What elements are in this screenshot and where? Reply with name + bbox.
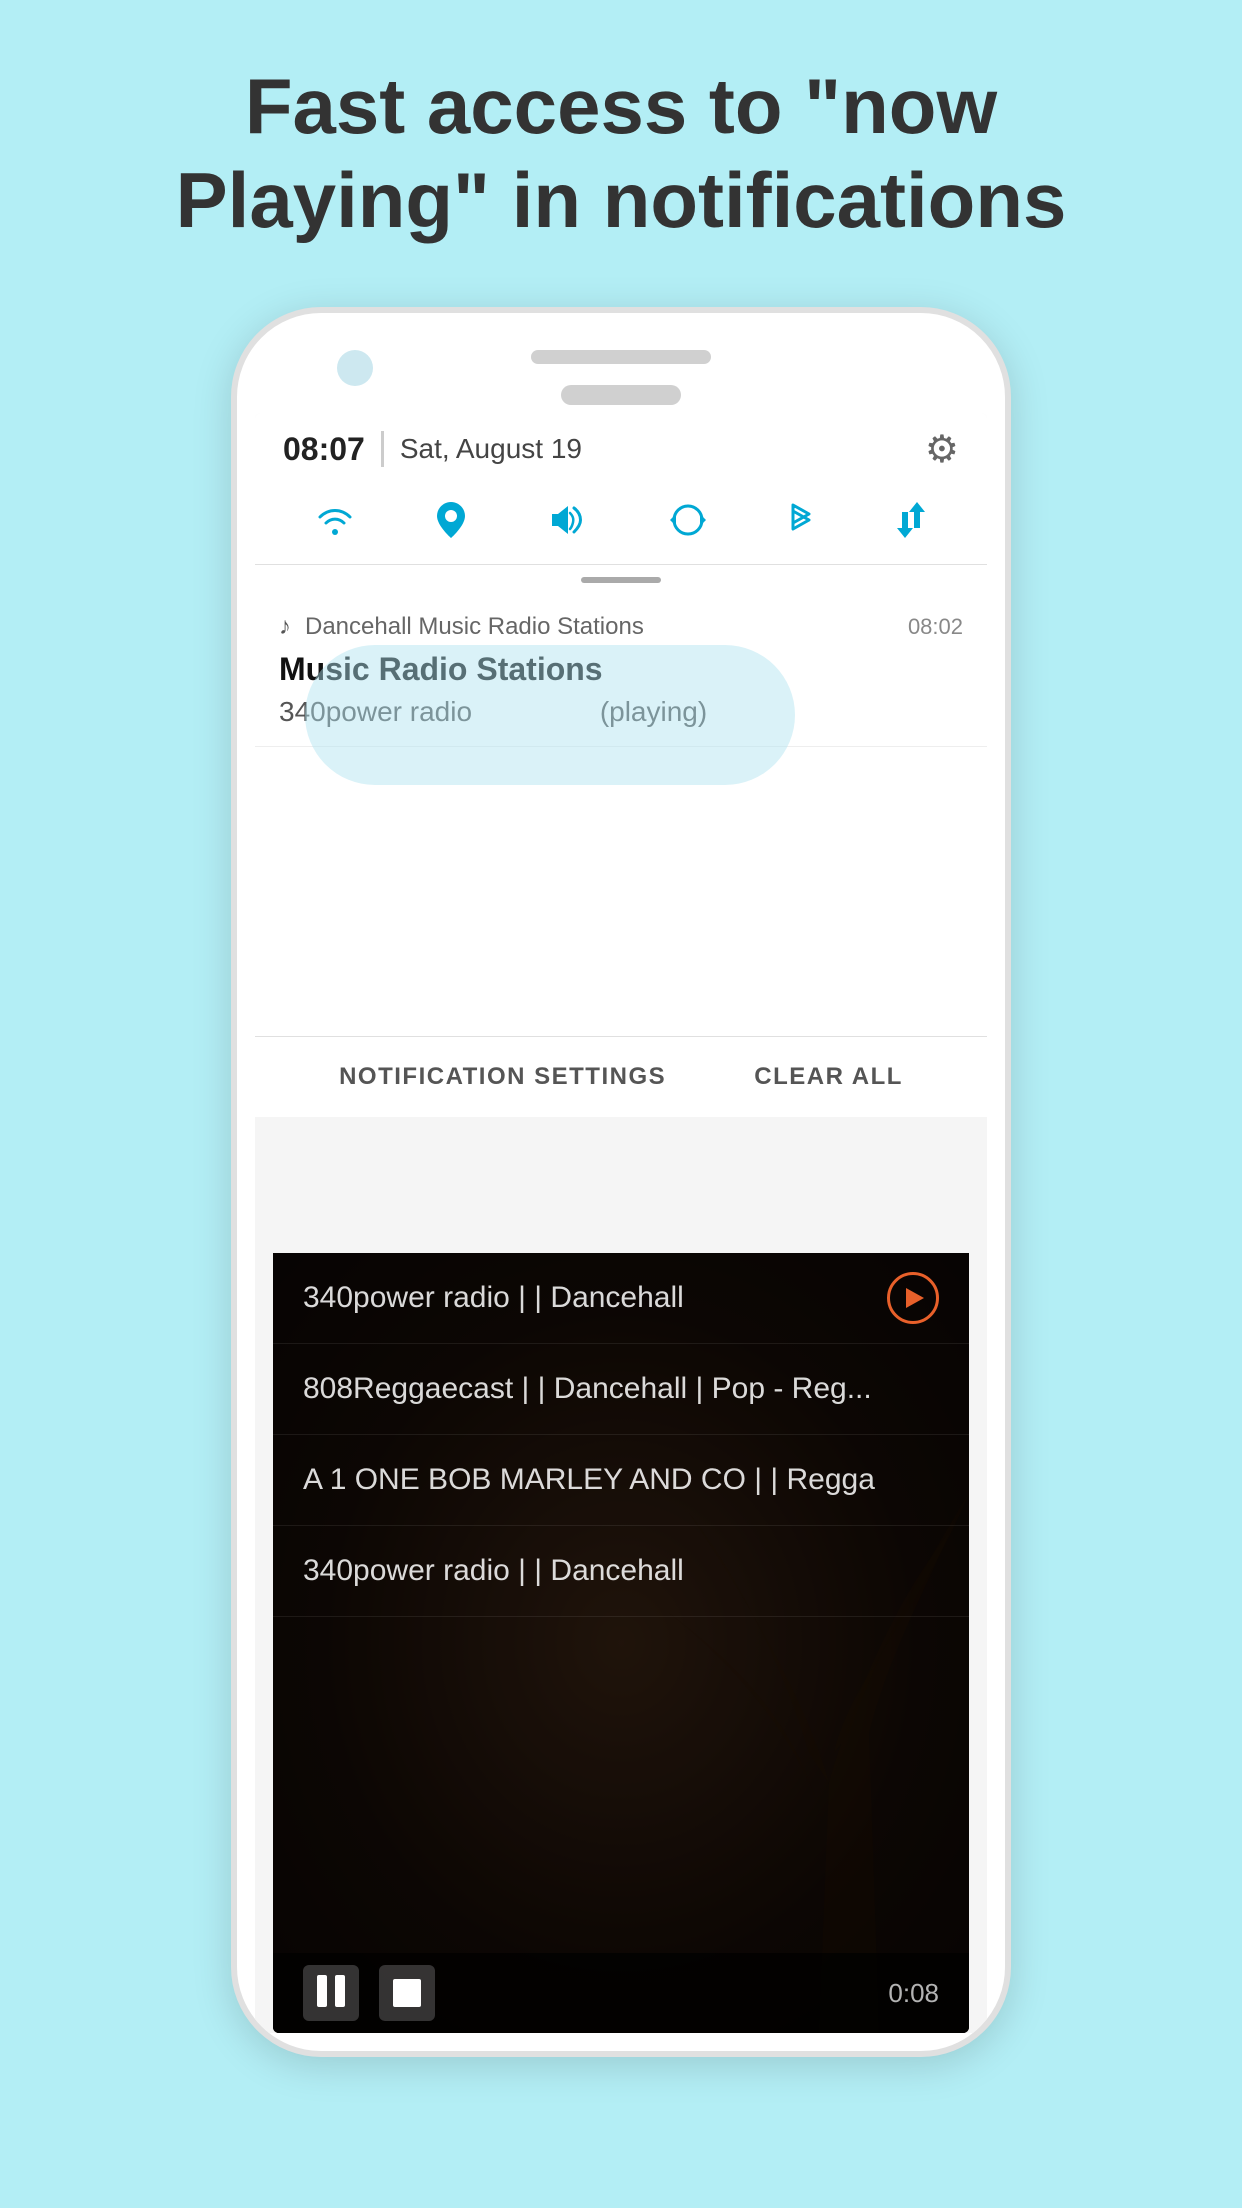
list-item[interactable]: 808Reggaecast | | Dancehall | Pop - Reg.… (273, 1344, 969, 1435)
phone-home-pill (561, 385, 681, 405)
playback-controls (303, 1965, 435, 2021)
station-name: 340power radio | | Dancehall (303, 1554, 684, 1587)
notification-subtitle: 340power radio (playing) (279, 696, 963, 728)
notification-app-name: Dancehall Music Radio Stations (305, 613, 908, 641)
phone-top-decor (237, 313, 1005, 423)
playback-time: 0:08 (888, 1978, 939, 2009)
status-divider (381, 431, 384, 467)
status-bar-left: 08:07 Sat, August 19 (283, 431, 582, 468)
notification-time: 08:02 (908, 614, 963, 640)
main-headline: Fast access to "now Playing" in notifica… (96, 60, 1147, 247)
settings-icon[interactable]: ⚙ (925, 427, 959, 472)
status-bar: 08:07 Sat, August 19 ⚙ (255, 413, 987, 485)
pause-button[interactable] (303, 1965, 359, 2021)
headline-line2: Playing" in notifications (176, 156, 1067, 244)
phone-camera (337, 350, 373, 386)
data-transfer-icon[interactable] (897, 502, 925, 547)
notification-header: ♪ Dancehall Music Radio Stations 08:02 (279, 613, 963, 641)
station-name: 340power radio | | Dancehall (303, 1281, 684, 1314)
wifi-icon[interactable] (317, 505, 353, 544)
location-icon[interactable] (437, 502, 465, 547)
status-date: Sat, August 19 (400, 433, 582, 465)
bluetooth-icon[interactable] (790, 502, 812, 547)
headline-line1: Fast access to "now (245, 62, 997, 150)
notification-settings-button[interactable]: NOTIFICATION SETTINGS (339, 1063, 666, 1091)
notification-title: Music Radio Stations (279, 651, 963, 688)
notification-station: 340power radio (279, 696, 472, 727)
station-name: A 1 ONE BOB MARLEY AND CO | | Regga (303, 1463, 875, 1496)
drag-handle (255, 565, 987, 595)
sync-icon[interactable] (670, 502, 706, 547)
drag-handle-bar (581, 577, 661, 583)
pause-icon (317, 1975, 345, 2012)
station-name: 808Reggaecast | | Dancehall | Pop - Reg.… (303, 1372, 872, 1405)
list-item[interactable]: A 1 ONE BOB MARLEY AND CO | | Regga (273, 1435, 969, 1526)
stop-button[interactable] (379, 1965, 435, 2021)
phone-mockup: 08:07 Sat, August 19 ⚙ (231, 307, 1011, 2057)
radio-station-list: 340power radio | | Dancehall 808Reggaeca… (273, 1253, 969, 1953)
phone-speaker (531, 350, 711, 364)
notification-empty-area (255, 747, 987, 1037)
stop-icon (393, 1979, 421, 2007)
list-item[interactable]: 340power radio | | Dancehall (273, 1526, 969, 1617)
phone-shell: 08:07 Sat, August 19 ⚙ (231, 307, 1011, 2057)
notification-area: ♪ Dancehall Music Radio Stations 08:02 M… (255, 595, 987, 1117)
music-note-icon: ♪ (279, 613, 291, 641)
list-item[interactable]: 340power radio | | Dancehall (273, 1253, 969, 1344)
quick-settings-row (255, 485, 987, 565)
notification-status: (playing) (600, 696, 707, 727)
status-time: 08:07 (283, 431, 365, 468)
phone-screen: 08:07 Sat, August 19 ⚙ (255, 413, 987, 2033)
clear-all-button[interactable]: CLEAR ALL (754, 1063, 903, 1091)
play-button[interactable] (887, 1272, 939, 1324)
notification-actions-bar: NOTIFICATION SETTINGS CLEAR ALL (255, 1037, 987, 1117)
notification-card[interactable]: ♪ Dancehall Music Radio Stations 08:02 M… (255, 595, 987, 747)
volume-icon[interactable] (550, 504, 586, 545)
app-radio-screen: 340power radio | | Dancehall 808Reggaeca… (273, 1253, 969, 2033)
playback-bar: 0:08 (273, 1953, 969, 2033)
